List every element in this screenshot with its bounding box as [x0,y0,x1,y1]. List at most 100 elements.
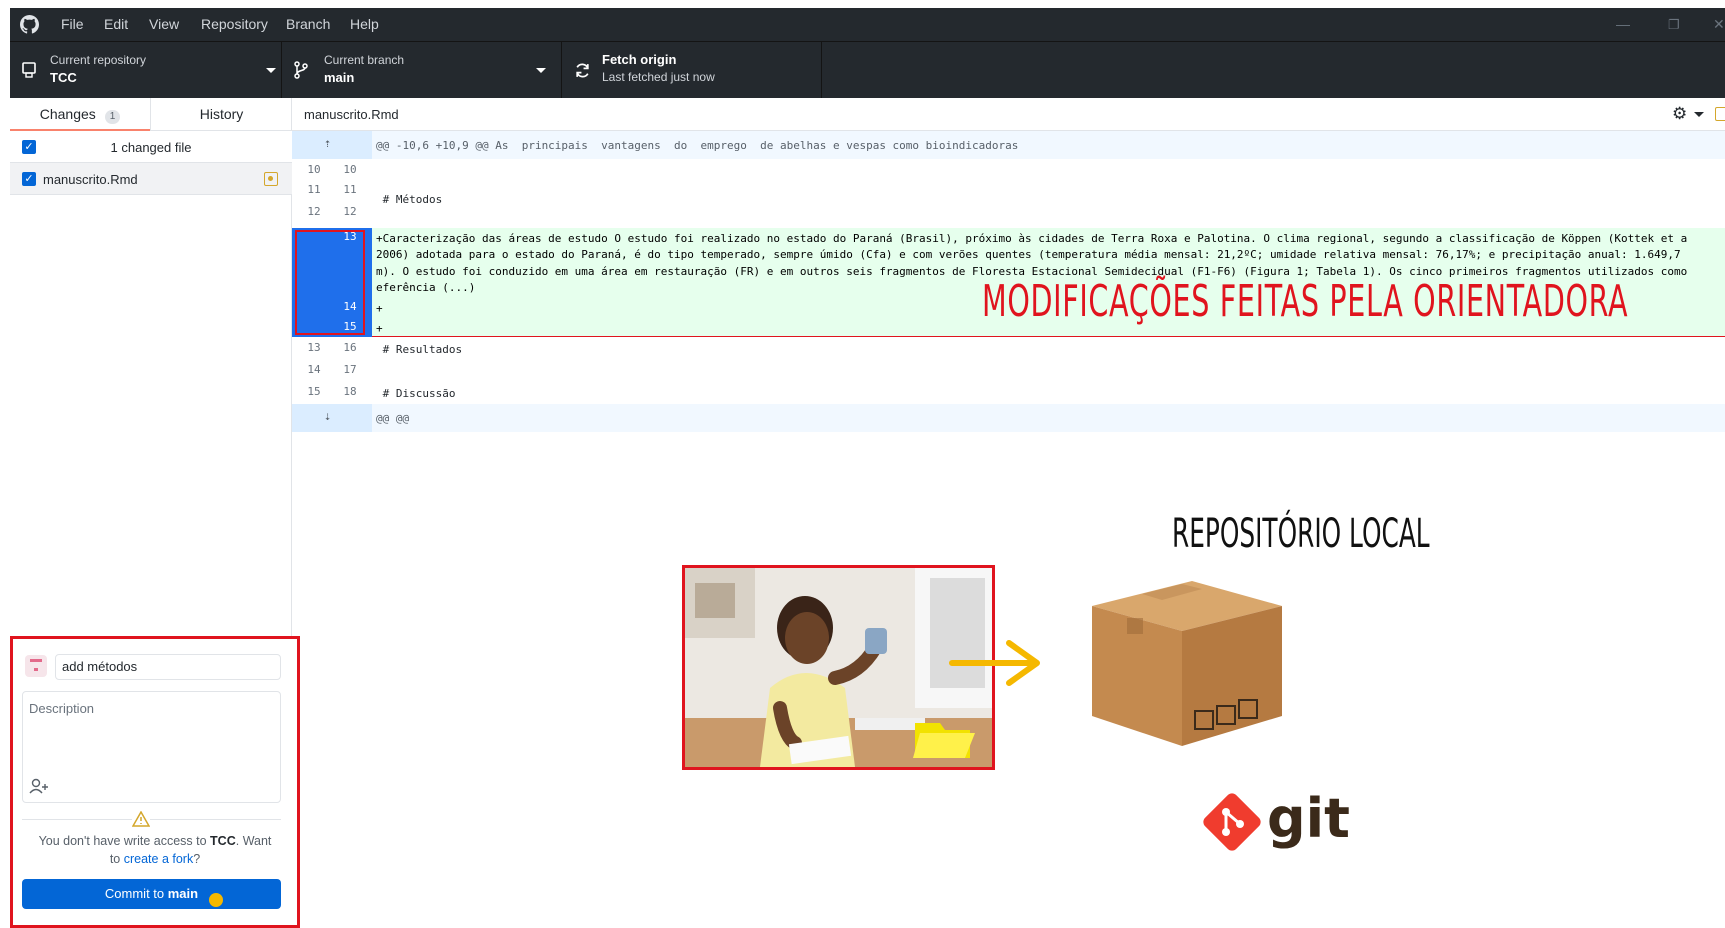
expand-down-gutter[interactable]: ⇣ [292,404,372,432]
github-desktop-window: File Edit View Repository Branch Help — … [0,0,1725,928]
menu-help[interactable]: Help [350,8,379,41]
avatar [25,655,47,677]
diff-line[interactable]: 15 18 # Discussão [292,381,1725,403]
repo-label: Current repository [50,53,147,67]
fetch-status: Last fetched just now [602,70,715,84]
changes-header: ✓ 1 changed file [10,131,292,163]
diff-pane: manuscrito.Rmd ⚙ ⇡ @@ -10,6 +10,9 @@ As … [292,98,1725,928]
gear-icon[interactable]: ⚙ [1672,104,1687,124]
new-line-number: 17 [343,363,357,376]
window-frame-left [0,0,10,928]
new-line-number: 14 [343,300,357,313]
diff-line[interactable]: 11 11 # Métodos [292,181,1725,206]
diff-line[interactable]: 13 16 # Resultados [292,337,1725,359]
cursor-pointer-marker [209,893,223,907]
add-coauthor-icon[interactable] [29,778,49,794]
menu-branch[interactable]: Branch [286,8,330,41]
branch-name: main [324,70,355,85]
diff-header: manuscrito.Rmd ⚙ [292,98,1725,131]
local-repository-label: REPOSITÓRIO LOCAL [1172,511,1430,557]
expand-up-icon[interactable]: ⇡ [324,136,331,150]
restore-icon[interactable]: ❐ [1668,8,1680,41]
line-text: # Discussão [376,387,456,400]
warning-repo-name: TCC [210,834,236,848]
commit-description-field[interactable]: Description [22,691,281,803]
expand-down-icon[interactable]: ⇣ [324,409,331,423]
old-line-number: 12 [307,205,321,218]
warning-text: You don't have write access to [38,834,211,848]
commit-summary-input[interactable]: add métodos [55,654,281,680]
file-list-item[interactable]: ✓ manuscrito.Rmd [10,163,292,195]
woman-at-desk-illustration [685,568,992,767]
file-modified-icon [264,172,278,186]
tab-history[interactable]: History [150,98,292,131]
menu-edit[interactable]: Edit [104,8,128,41]
warning-text: to [109,852,124,866]
tab-changes-label: Changes [39,106,96,122]
tab-changes[interactable]: Changes 1 [10,98,150,131]
fetch-origin-button[interactable]: Fetch origin Last fetched just now [562,42,822,99]
branch-label: Current branch [324,53,405,67]
added-line-text: 2006) adotada para o estado do Paraná, é… [376,248,1681,261]
old-line-number: 10 [307,163,321,176]
toolbar: Current repository TCC Current branch ma… [10,41,1725,99]
menu-file[interactable]: File [61,8,84,41]
diff-line[interactable]: 14 17 [292,359,1725,381]
current-repository-button[interactable]: Current repository TCC [10,42,282,99]
arrow-right-icon [949,640,1040,686]
file-checkbox[interactable]: ✓ [22,172,36,186]
hunk-footer-row: ⇣ @@ @@ [292,404,1725,432]
repo-name: TCC [50,70,77,85]
added-line-text: +Caracterização das áreas de estudo O es… [376,232,1688,245]
file-modified-icon [1715,107,1725,121]
repo-icon [22,62,36,78]
new-line-number: 13 [343,230,357,243]
menu-view[interactable]: View [149,8,179,41]
close-icon[interactable]: ✕ [1713,8,1725,41]
line-text: # Resultados [376,343,463,356]
github-logo-icon [20,15,39,34]
title-bar: File Edit View Repository Branch Help — … [10,8,1725,41]
warning-icon [132,811,150,827]
commit-button[interactable]: Commit to main [22,879,281,909]
chevron-down-icon[interactable] [1694,112,1704,117]
chevron-down-icon [266,68,276,73]
old-line-number: 11 [307,183,321,196]
commit-branch-name: main [167,886,199,901]
chevron-down-icon [536,68,546,73]
create-fork-link[interactable]: create a fork [124,852,193,866]
new-line-number: 12 [343,205,357,218]
minimize-icon[interactable]: — [1616,8,1630,41]
hunk-header-text: @@ -10,6 +10,9 @@ As principais vantagen… [376,139,1019,152]
added-line-text: + [376,302,383,315]
description-placeholder: Description [29,701,95,716]
added-line-text: + [376,322,383,335]
commit-button-label: Commit to [104,886,168,901]
old-line-number: 15 [307,385,321,398]
added-block: 13 +Caracterização das áreas de estudo O… [292,228,1725,337]
commit-panel: add métodos Description You don't have w… [10,636,300,928]
diff-file-name: manuscrito.Rmd [304,107,399,122]
menu-repository[interactable]: Repository [201,8,268,41]
diff-line[interactable]: 12 12 [292,203,1725,225]
changes-count-badge: 1 [104,110,121,124]
current-branch-button[interactable]: Current branch main [282,42,562,99]
new-line-number: 18 [343,385,357,398]
warning-text: . Want [235,834,272,848]
divider [22,819,281,820]
diff-line[interactable]: 10 10 [292,159,1725,181]
changed-files-summary: 1 changed file [110,140,192,155]
fetch-title: Fetch origin [602,52,677,67]
warning-text: ? [193,852,201,866]
hunk-footer-text: @@ @@ [376,412,410,425]
old-line-number: 13 [307,341,321,354]
new-line-number: 10 [343,163,357,176]
modifications-annotation: MODIFICAÇÕES FEITAS PELA ORIENTADORA [982,276,1629,327]
window-frame-top [0,0,1725,8]
git-logo-icon [1203,793,1261,851]
expand-up-gutter[interactable]: ⇡ [292,131,372,159]
cardboard-box-icon [1092,581,1282,746]
hunk-header-row: ⇡ @@ -10,6 +10,9 @@ As principais vantag… [292,131,1725,159]
write-access-warning: You don't have write access to TCC. Want… [13,832,297,868]
file-name: manuscrito.Rmd [43,172,138,187]
